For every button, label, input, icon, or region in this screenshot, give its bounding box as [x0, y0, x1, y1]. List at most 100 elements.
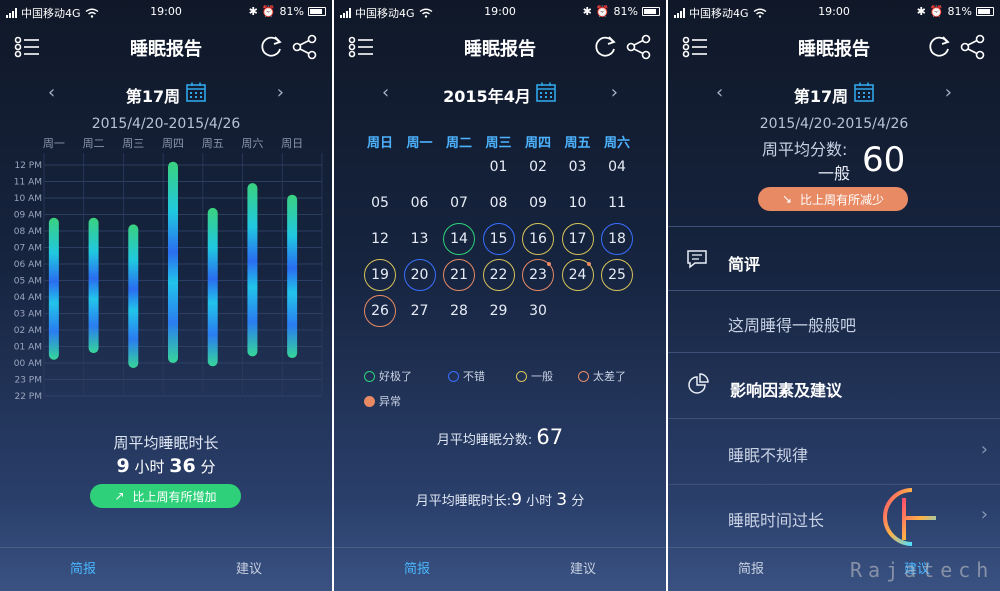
y-tick-label: 00 AM — [14, 359, 42, 369]
calendar-day[interactable]: 05 — [364, 187, 396, 219]
abnormal-marker — [586, 262, 591, 266]
calendar-day[interactable]: 21 — [443, 259, 475, 291]
app-header: 睡眠报告 — [668, 26, 1000, 66]
pie-chart-icon — [688, 373, 709, 394]
calendar-icon[interactable] — [186, 82, 206, 102]
sleep-bar[interactable] — [48, 217, 59, 360]
calendar-day[interactable]: 14 — [443, 223, 475, 255]
legend-label: 异常 — [379, 395, 401, 408]
weekly-avg-duration-value: 9 小时 36 分 — [0, 455, 332, 477]
legend-label: 不错 — [463, 370, 485, 383]
refresh-icon[interactable] — [592, 34, 618, 60]
calendar-day[interactable]: 09 — [522, 187, 554, 219]
monthly-avg-score: 月平均睡眠分数: 67 — [334, 425, 666, 449]
legend-ring — [364, 370, 375, 382]
sleep-bar[interactable] — [287, 194, 298, 359]
calendar-day[interactable]: 10 — [562, 187, 594, 219]
x-tick-label: 周三 — [122, 137, 144, 150]
calendar-day[interactable]: 12 — [364, 223, 396, 255]
tab-summary[interactable]: 简报 — [334, 548, 500, 591]
sleep-bar[interactable] — [88, 217, 99, 354]
y-tick-label: 12 PM — [14, 161, 42, 171]
app-header: 睡眠报告 — [334, 26, 666, 66]
legend-ring — [578, 370, 589, 382]
hours-unit: 小时 — [526, 494, 553, 509]
share-icon[interactable] — [960, 34, 986, 60]
y-tick-label: 11 AM — [14, 178, 42, 188]
monthly-report-screen: 中国移动4G 19:00 ✱ ⏰ 81% 睡眠报告 ‹ 2015年4月 › 周日… — [334, 0, 666, 591]
calendar-icon[interactable] — [536, 82, 556, 102]
calendar-day[interactable]: 15 — [482, 223, 515, 255]
monthly-avg-minutes: 3 — [556, 490, 568, 510]
tab-summary[interactable]: 简报 — [668, 548, 834, 591]
calendar-day[interactable]: 11 — [601, 187, 633, 219]
legend-poor: 太差了 — [578, 368, 626, 384]
next-month-button[interactable]: › — [611, 82, 618, 103]
tab-advice[interactable]: 建议 — [166, 548, 332, 591]
refresh-icon[interactable] — [258, 34, 284, 60]
calendar-day[interactable]: 22 — [482, 259, 515, 291]
calendar-day[interactable]: 07 — [443, 187, 475, 219]
legend-label: 好极了 — [379, 370, 412, 383]
calendar-day[interactable]: 24 — [561, 259, 594, 291]
calendar-day[interactable]: 20 — [403, 259, 436, 291]
weekday-label: 周四 — [524, 136, 551, 151]
chevron-right-icon: › — [980, 504, 988, 525]
watermark-text: Rajatech — [850, 558, 995, 582]
y-tick-label: 03 AM — [14, 310, 42, 320]
weekly-compare-badge: ↗ 比上周有所增加 — [90, 484, 241, 508]
calendar-icon[interactable] — [854, 82, 874, 102]
sleep-bar[interactable] — [128, 224, 139, 368]
bluetooth-icon: ✱ — [582, 5, 592, 18]
y-tick-label: 04 AM — [14, 293, 42, 303]
calendar-day[interactable]: 28 — [443, 295, 475, 327]
calendar-day[interactable]: 18 — [601, 223, 633, 255]
calendar-day[interactable]: 25 — [601, 259, 633, 291]
alarm-icon: ⏰ — [261, 5, 276, 18]
tab-summary[interactable]: 简报 — [0, 548, 166, 591]
factor-label: 睡眠时间过长 — [728, 511, 825, 530]
battery-percent: 81% — [613, 5, 638, 18]
calendar-day[interactable]: 19 — [364, 259, 396, 291]
calendar-day[interactable]: 01 — [483, 151, 515, 183]
factor-item[interactable]: 睡眠时间过长 › — [668, 484, 1000, 548]
calendar-day[interactable]: 16 — [522, 223, 554, 255]
calendar-day[interactable]: 17 — [561, 223, 594, 255]
weekly-avg-duration-label: 周平均睡眠时长 — [113, 434, 219, 452]
hours-unit: 小时 — [134, 458, 165, 476]
calendar-day[interactable]: 04 — [601, 151, 633, 183]
arrow-down-right-icon: ↘ — [781, 192, 793, 206]
calendar-day[interactable]: 29 — [483, 295, 515, 327]
legend-ring — [516, 370, 527, 382]
status-bar: 中国移动4G 19:00 ✱ ⏰ 81% — [334, 0, 666, 24]
calendar-day[interactable]: 26 — [364, 295, 396, 327]
factor-item[interactable]: 睡眠不规律 › — [668, 418, 1000, 484]
calendar-day[interactable]: 02 — [522, 151, 554, 183]
calendar-day[interactable]: 13 — [404, 223, 436, 255]
sleep-bar[interactable] — [207, 207, 218, 367]
calendar-day[interactable]: 27 — [404, 295, 436, 327]
tab-advice[interactable]: 建议 — [500, 548, 666, 591]
bottom-tabbar: 简报 建议 — [334, 547, 666, 591]
sleep-bar[interactable] — [247, 183, 258, 357]
legend-ring — [448, 370, 459, 382]
calendar-day[interactable]: 30 — [522, 295, 554, 327]
factors-header: 影响因素及建议 — [668, 352, 1000, 418]
next-week-button[interactable]: › — [945, 82, 952, 103]
calendar-day[interactable]: 03 — [562, 151, 594, 183]
calendar-day[interactable]: 23 — [522, 259, 554, 291]
share-icon[interactable] — [626, 34, 652, 60]
refresh-icon[interactable] — [926, 34, 952, 60]
legend-good: 不错 — [448, 368, 485, 384]
next-week-button[interactable]: › — [277, 82, 284, 103]
y-tick-label: 05 AM — [14, 277, 42, 287]
calendar-day[interactable]: 08 — [483, 187, 515, 219]
monthly-avg-score-value: 67 — [536, 425, 564, 449]
chevron-right-icon: › — [980, 439, 988, 460]
sleep-bar[interactable] — [168, 161, 178, 363]
weekly-avg-score-value: 60 — [862, 140, 906, 180]
calendar-day[interactable]: 06 — [404, 187, 436, 219]
legend-ring — [364, 395, 375, 407]
share-icon[interactable] — [292, 34, 318, 60]
alarm-icon: ⏰ — [595, 5, 610, 18]
